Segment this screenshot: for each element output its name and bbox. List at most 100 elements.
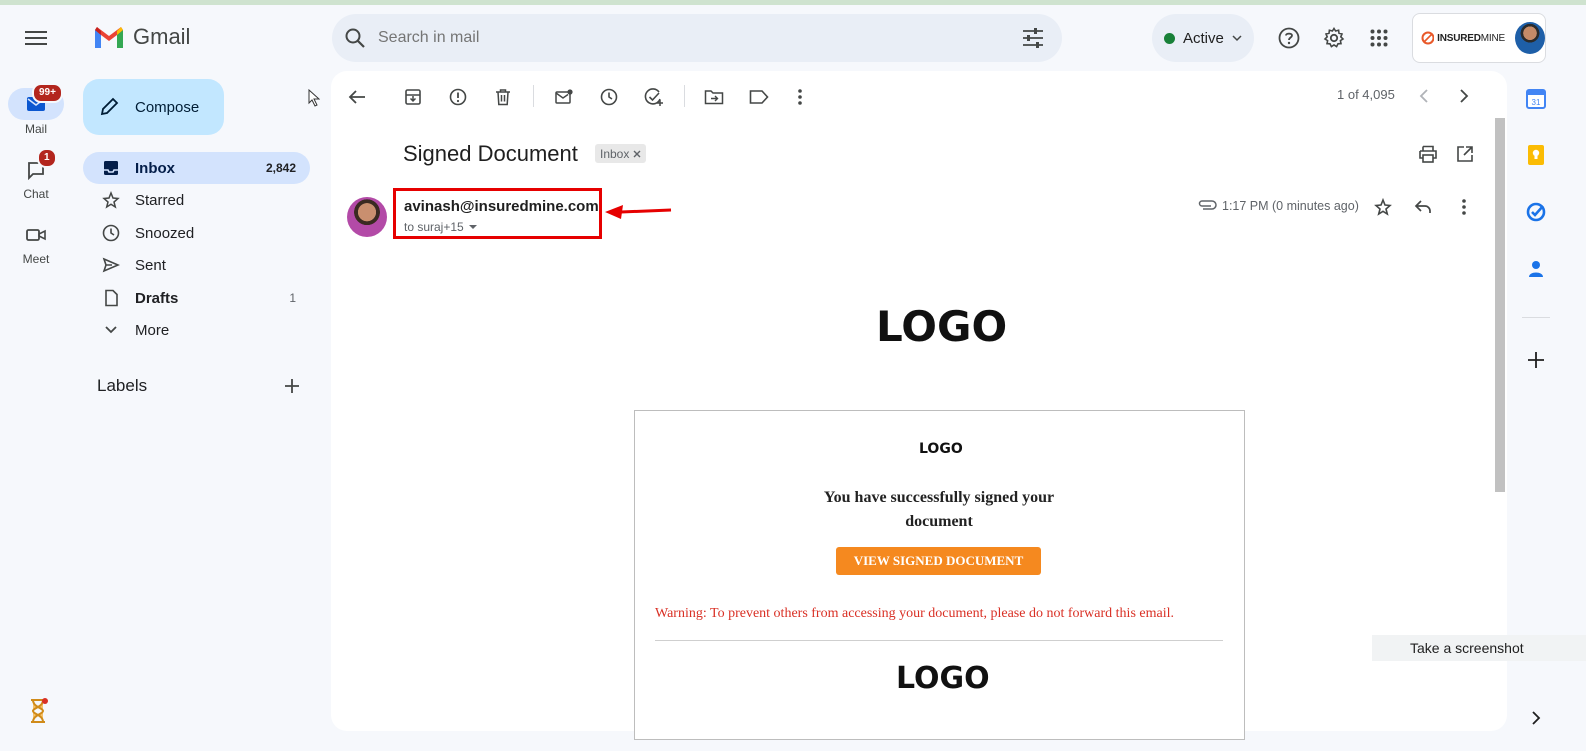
email-logo-bottom: LOGO xyxy=(896,661,990,696)
main-menu-button[interactable] xyxy=(20,24,52,52)
rail-mail-label: Mail xyxy=(24,122,47,136)
nav-more-label: More xyxy=(135,321,170,339)
sender-avatar[interactable] xyxy=(347,197,387,237)
settings-button[interactable] xyxy=(1321,25,1347,51)
nav-starred[interactable]: Starred xyxy=(83,184,310,216)
chevron-down-icon xyxy=(1232,34,1242,41)
success-message: You have successfully signed your docume… xyxy=(823,489,1055,530)
rail-chat[interactable]: 1 Chat xyxy=(8,148,64,201)
nav-sent[interactable]: Sent xyxy=(83,249,310,281)
plus-icon xyxy=(1528,352,1544,368)
reply-icon xyxy=(1414,200,1431,213)
search-input[interactable] xyxy=(378,29,978,47)
newer-button[interactable] xyxy=(1412,84,1436,108)
chat-badge: 1 xyxy=(37,148,57,168)
annotation-arrow-icon xyxy=(601,202,673,220)
label-icon xyxy=(749,90,769,104)
nav-more[interactable]: More xyxy=(83,314,310,346)
email-logo-card: LOGO xyxy=(919,441,963,457)
email-logo-top: LOGO xyxy=(876,302,1008,351)
mouse-cursor-icon xyxy=(308,89,320,107)
nav-inbox-label: Inbox xyxy=(135,159,175,177)
help-icon xyxy=(1278,27,1300,49)
delete-button[interactable] xyxy=(490,84,516,110)
contacts-icon xyxy=(1529,261,1543,277)
support-button[interactable] xyxy=(1276,25,1302,51)
mark-unread-icon xyxy=(555,89,573,104)
more-vert-icon xyxy=(1462,199,1466,215)
chevron-down-icon xyxy=(101,320,121,340)
search-icon xyxy=(345,28,365,48)
archive-icon xyxy=(405,89,421,105)
message-scrollbar[interactable] xyxy=(1495,118,1505,492)
chevron-right-icon xyxy=(1460,89,1469,103)
more-options-button[interactable] xyxy=(787,84,813,110)
rail-meet-icon-wrap xyxy=(8,219,64,251)
report-spam-button[interactable] xyxy=(445,84,471,110)
inbox-icon xyxy=(101,158,121,178)
gmail-m-icon xyxy=(95,27,123,48)
account-brand: INSUREDMINE xyxy=(1437,32,1505,44)
snooze-button[interactable] xyxy=(596,84,622,110)
older-button[interactable] xyxy=(1452,84,1476,108)
trash-icon xyxy=(496,89,510,106)
nav-drafts-label: Drafts xyxy=(135,289,179,307)
gmail-logo[interactable]: Gmail xyxy=(93,24,190,50)
nav-snoozed-label: Snoozed xyxy=(135,224,195,242)
rail-mail[interactable]: 99+ Mail xyxy=(8,83,64,136)
forward-warning: Warning: To prevent others from accessin… xyxy=(655,606,1174,621)
calendar-app-button[interactable]: 31 xyxy=(1522,85,1550,113)
open-new-window-button[interactable] xyxy=(1453,142,1477,166)
close-icon[interactable] xyxy=(633,150,641,158)
star-button[interactable] xyxy=(1371,195,1395,219)
rail-chat-label: Chat xyxy=(23,187,49,201)
nav-snoozed[interactable]: Snoozed xyxy=(83,217,310,249)
open-in-new-icon xyxy=(1457,146,1473,162)
email-subject: Signed Document xyxy=(403,141,578,166)
status-selector[interactable]: Active xyxy=(1152,14,1254,62)
reply-button[interactable] xyxy=(1411,195,1435,219)
tasks-app-button[interactable] xyxy=(1522,198,1550,226)
hourglass-button[interactable] xyxy=(24,697,52,725)
chevron-left-icon xyxy=(1419,89,1428,103)
search-options-icon[interactable] xyxy=(1022,28,1044,48)
arrow-left-icon xyxy=(348,90,365,104)
email-timestamp: 1:17 PM (0 minutes ago) xyxy=(1222,199,1359,213)
contacts-app-button[interactable] xyxy=(1522,255,1550,283)
more-vert-icon xyxy=(798,89,802,105)
star-icon xyxy=(1374,198,1392,216)
mark-unread-button[interactable] xyxy=(551,84,577,110)
annotation-highlight-box xyxy=(393,188,602,239)
labels-heading: Labels xyxy=(97,376,148,395)
rail-chat-icon-wrap: 1 xyxy=(8,148,64,186)
nav-inbox[interactable]: Inbox 2,842 xyxy=(83,152,310,184)
move-to-button[interactable] xyxy=(701,84,727,110)
clock-icon xyxy=(101,223,121,243)
archive-button[interactable] xyxy=(400,84,426,110)
clock-icon xyxy=(600,88,618,106)
expand-side-panel-button[interactable] xyxy=(1522,704,1550,732)
account-switcher[interactable]: INSUREDMINE xyxy=(1412,13,1546,63)
keep-app-button[interactable] xyxy=(1522,141,1550,169)
apps-button[interactable] xyxy=(1366,25,1392,51)
nav-drafts[interactable]: Drafts 1 xyxy=(83,282,310,314)
message-more-button[interactable] xyxy=(1452,195,1476,219)
compose-button[interactable]: Compose xyxy=(83,79,224,135)
rail-meet[interactable]: Meet xyxy=(8,219,64,266)
search-bar[interactable] xyxy=(332,14,1062,62)
view-signed-document-button[interactable]: VIEW SIGNED DOCUMENT xyxy=(836,547,1041,575)
card-divider xyxy=(655,640,1223,641)
nav-inbox-count: 2,842 xyxy=(265,161,296,175)
menu-icon xyxy=(25,31,47,45)
compose-label: Compose xyxy=(135,98,200,116)
labels-button[interactable] xyxy=(746,84,772,110)
get-addons-button[interactable] xyxy=(1522,346,1550,374)
add-to-tasks-button[interactable] xyxy=(641,84,667,110)
print-all-button[interactable] xyxy=(1416,142,1440,166)
inbox-label-chip[interactable]: Inbox xyxy=(595,144,647,163)
add-label-button[interactable] xyxy=(280,374,304,398)
send-icon xyxy=(101,255,121,275)
svg-text:31: 31 xyxy=(1532,98,1541,107)
draft-file-icon xyxy=(101,288,121,308)
back-button[interactable] xyxy=(344,84,370,110)
